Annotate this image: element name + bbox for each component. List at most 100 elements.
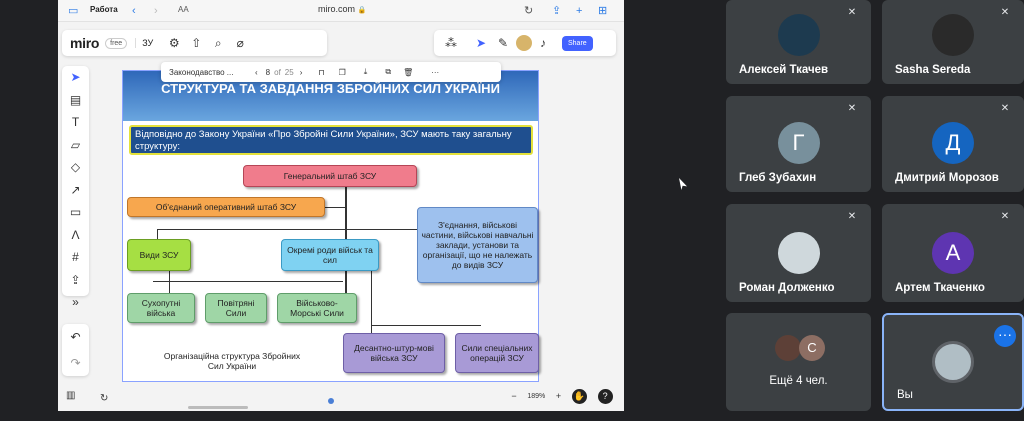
sidebar-icon[interactable]: ▭ [68,4,78,18]
search-icon[interactable]: ⌕ [207,36,229,51]
url-field[interactable]: miro.com 🔒 [318,4,366,14]
zoom-out-button[interactable]: − [511,391,516,401]
joint-staff-box: Об'єднаний оперативний штаб ЗСУ [127,197,325,217]
safari-toolbar: ▭ Работа ‹ › AA miro.com 🔒 ↻ ⇪ + ⊞ [58,0,624,22]
page-current[interactable]: 8 [266,68,270,77]
connector-line [157,229,158,239]
reactions-icon[interactable]: ✎ [492,36,514,50]
page-indicator [328,398,334,404]
duplicate-icon[interactable]: ⧉ [385,67,391,77]
pen-icon[interactable]: Λ [62,224,89,247]
separate-arms-box: Окремі роди військ та сил [281,239,379,271]
slide-title: СТРУКТУРА ТА ЗАВДАННЯ ЗБРОЙНИХ СИЛ УКРАЇ… [161,81,500,96]
miro-logo[interactable]: miro [70,35,99,51]
export-icon[interactable]: ⇧ [185,36,207,50]
document-name[interactable]: Законодавство ... [169,68,251,77]
reader-button[interactable]: AA [178,5,189,14]
connector-line [371,269,372,333]
self-tile[interactable]: ··· Вы [882,313,1024,411]
apps-icon[interactable]: ⁂ [440,36,462,50]
participant-tile[interactable]: ✕ Роман Долженко [726,204,871,302]
miro-collab-toolbar: ⁂ ➤ ✎ ♪ Share [434,30,616,56]
help-icon[interactable]: ? [597,388,613,404]
sticky-note-icon[interactable]: ▱ [62,134,89,157]
more-tools-icon[interactable]: » [62,291,89,314]
more-icon[interactable]: ··· [431,68,439,77]
navy-box: Військово-Морські Сили [277,293,357,323]
upload-icon[interactable]: ⇪ [62,269,89,292]
prev-page-icon[interactable]: ‹ [255,68,258,77]
mic-off-icon: ✕ [847,211,857,222]
avatar: Д [932,122,974,164]
connector-line [371,325,481,326]
frame-icon[interactable]: # [62,246,89,269]
forward-icon[interactable]: › [154,4,158,18]
zoom-in-button[interactable]: + [556,391,561,401]
reload-icon[interactable]: ↻ [524,4,533,18]
mic-off-icon: ✕ [847,7,857,18]
scrollbar[interactable] [188,406,248,409]
text-tool-icon[interactable]: T [62,111,89,134]
comment-icon[interactable]: ▭ [62,201,89,224]
board-name[interactable]: ЗУ [135,38,153,48]
participant-tile[interactable]: ✕ Алексей Ткачев [726,0,871,84]
avatar[interactable] [516,35,532,51]
notifications-off-icon[interactable]: ⌀ [229,36,251,50]
redo-icon[interactable]: ↷ [62,350,89,376]
sync-icon[interactable]: ↻ [100,393,108,404]
participant-tile[interactable]: ✕ Д Дмитрий Морозов [882,96,1024,192]
lock-icon: 🔒 [357,7,367,14]
new-tab-icon[interactable]: + [576,4,582,18]
url-text: miro.com [318,4,356,14]
zoom-level[interactable]: 189% [527,393,545,400]
branches-box: Види ЗСУ [127,239,191,271]
templates-icon[interactable]: ▤ [62,89,89,112]
mic-off-icon: ✕ [1000,7,1010,18]
connector-line [347,229,417,230]
panel-toggle-icon[interactable]: ▥ [66,390,75,401]
next-page-icon[interactable]: › [300,68,303,77]
more-options-button[interactable]: ··· [994,325,1016,347]
shared-screen: ▭ Работа ‹ › AA miro.com 🔒 ↻ ⇪ + ⊞ miro … [58,0,624,411]
download-icon[interactable]: ⤓ [364,67,368,77]
participant-tile[interactable]: ✕ Г Глеб Зубахин [726,96,871,192]
participant-tile[interactable]: ✕ А Артем Ткаченко [882,204,1024,302]
more-participants-tile[interactable]: С Ещё 4 чел. [726,313,871,411]
tabs-overview-icon[interactable]: ⊞ [598,4,607,18]
bookmark-icon[interactable]: ⊓ [318,68,324,77]
plan-badge[interactable]: free [105,37,128,49]
zoom-controls: − 189% + ✋ ? [506,386,618,406]
tab-group-label[interactable]: Работа [90,5,118,14]
participant-name: Дмитрий Морозов [895,172,999,184]
slide-caption: Організаційна структура Збройних Сил Укр… [163,351,301,371]
shapes-icon[interactable]: ◇ [62,156,89,179]
screen: ▭ Работа ‹ › AA miro.com 🔒 ↻ ⇪ + ⊞ miro … [0,0,1024,421]
connector-icon[interactable]: ↗ [62,179,89,202]
bell-icon[interactable]: ♪ [532,36,554,50]
back-icon[interactable]: ‹ [132,4,136,18]
connector-line [169,271,170,293]
air-force-box: Повітряні Сили [205,293,267,323]
participant-name: Роман Долженко [739,282,835,294]
share-button[interactable]: Share [562,35,593,51]
select-tool-icon[interactable]: ➤ [62,66,89,89]
more-participants-label: Ещё 4 чел. [769,375,828,387]
copy-icon[interactable]: ❐ [339,68,346,77]
avatar: Г [777,122,820,164]
undo-icon[interactable]: ↶ [62,324,89,350]
mouse-cursor [679,178,687,190]
participant-name: Sasha Sereda [895,64,971,76]
cursor-icon[interactable]: ➤ [470,36,492,50]
connector-line [153,281,343,282]
settings-icon[interactable]: ⚙ [163,36,185,50]
hand-icon[interactable]: ✋ [571,388,587,404]
share-icon[interactable]: ⇪ [552,4,561,18]
land-forces-box: Сухопутні війська [127,293,195,323]
delete-icon[interactable]: 🗑 [403,68,413,77]
avatar [932,14,974,56]
page-of: of [274,67,281,77]
miro-top-toolbar: miro free ЗУ ⚙ ⇧ ⌕ ⌀ [62,30,327,56]
special-ops-box: Сили спеціальних операцій ЗСУ [455,333,539,373]
participant-tile[interactable]: ✕ Sasha Sereda [882,0,1024,84]
pdf-slide[interactable]: СТРУКТУРА ТА ЗАВДАННЯ ЗБРОЙНИХ СИЛ УКРАЇ… [122,70,539,382]
